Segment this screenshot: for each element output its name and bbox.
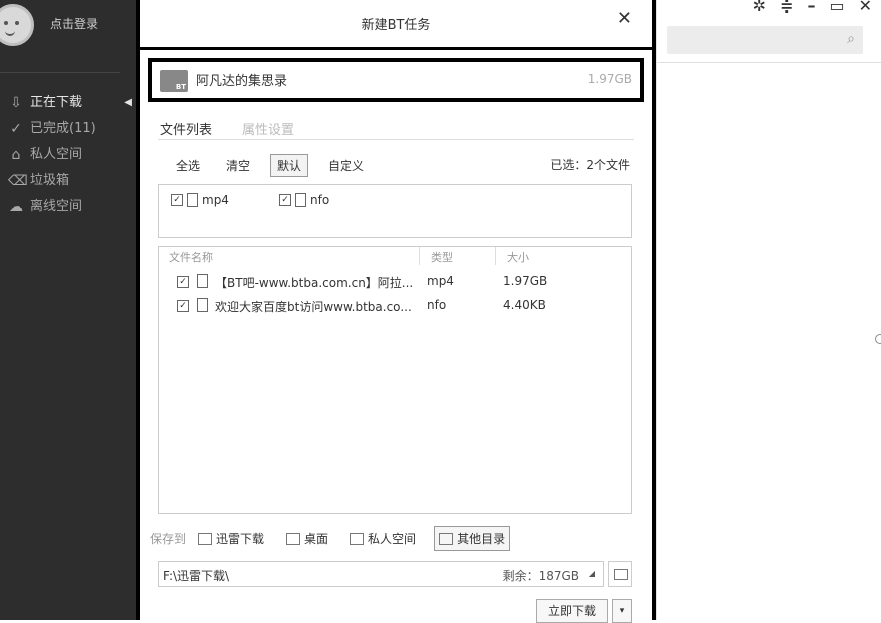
download-icon: ⇩ [10, 95, 22, 111]
file-name: 【BT吧-www.btba.com.cn】阿拉... [215, 276, 414, 290]
dialog-title-bar: 新建BT任务 ✕ [140, 0, 652, 50]
window-controls: ✲ ≑ – ▭ ✕ [753, 0, 872, 15]
select-all-button[interactable]: 全选 [170, 155, 206, 176]
resize-handle[interactable] [875, 334, 881, 344]
dialog-tabs: 文件列表 属性设置 [160, 119, 294, 140]
sidebar-nav: ⇩ 正在下载 ◀ ✓ 已完成(11) ⌂ 私人空间 ⌫ 垃圾箱 ☁ 离线空间 [0, 90, 136, 220]
divider [657, 62, 881, 63]
minimize-icon[interactable]: – [807, 0, 815, 15]
file-type: mp4 [427, 274, 454, 288]
close-window-icon[interactable]: ✕ [859, 0, 872, 15]
save-location-row: 保存到 迅雷下载 桌面 私人空间 其他目录 [150, 526, 516, 551]
chevron-down-icon[interactable]: ▾ [612, 599, 632, 623]
sidebar-item-offline-space[interactable]: ☁ 离线空间 [0, 194, 136, 220]
sidebar: 点击登录 ⇩ 正在下载 ◀ ✓ 已完成(11) ⌂ 私人空间 ⌫ 垃圾箱 ☁ 离… [0, 0, 136, 620]
save-to-label: 保存到 [150, 532, 187, 546]
browse-folder-button[interactable] [608, 561, 632, 587]
skin-icon[interactable]: ✲ [753, 0, 766, 15]
file-size: 4.40KB [503, 298, 546, 312]
column-divider[interactable] [419, 247, 420, 265]
task-name: 阿凡达的集思录 [196, 74, 288, 89]
task-size: 1.97GB [587, 72, 632, 86]
file-size: 1.97GB [503, 274, 548, 288]
sidebar-item-label: 垃圾箱 [30, 173, 70, 188]
bt-file-icon: BT [160, 70, 188, 92]
checkbox-checked-icon[interactable]: ✓ [177, 300, 189, 312]
default-button[interactable]: 默认 [270, 154, 309, 177]
sidebar-item-label: 已完成(11) [30, 121, 96, 136]
checkbox-checked-icon[interactable]: ✓ [177, 276, 189, 288]
check-circle-icon: ✓ [10, 121, 22, 137]
close-icon[interactable]: ✕ [617, 8, 632, 29]
checkbox-checked-icon[interactable]: ✓ [171, 194, 183, 206]
sidebar-item-label: 私人空间 [30, 147, 83, 162]
table-row[interactable]: ✓ 欢迎大家百度bt访问www.btba.co... nfo 4.40KB [159, 295, 631, 317]
type-label: nfo [310, 193, 330, 207]
file-icon [197, 274, 208, 288]
save-path-input[interactable]: F:\迅雷下载\ 剩余：187GB ◢ [158, 561, 604, 587]
file-icon [295, 193, 306, 207]
file-name: 欢迎大家百度bt访问www.btba.co... [215, 300, 412, 314]
search-icon[interactable]: ⌕ [847, 31, 855, 47]
file-icon [197, 298, 208, 312]
column-header-name[interactable]: 文件名称 [169, 249, 213, 265]
cloud-icon: ☁ [9, 199, 23, 215]
trash-icon: ⌫ [8, 173, 28, 189]
file-table: 文件名称 类型 大小 ✓ 【BT吧-www.btba.com.cn】阿拉... … [158, 246, 632, 514]
type-filter-nfo[interactable]: ✓ nfo [279, 193, 329, 207]
checkbox-checked-icon[interactable]: ✓ [279, 194, 291, 206]
location-thunder-download[interactable]: 迅雷下载 [194, 527, 268, 550]
custom-button[interactable]: 自定义 [322, 155, 370, 176]
dialog-title: 新建BT任务 [361, 18, 431, 33]
login-link[interactable]: 点击登录 [50, 15, 98, 32]
menu-icon[interactable]: ≑ [780, 0, 793, 15]
table-row[interactable]: ✓ 【BT吧-www.btba.com.cn】阿拉... mp4 1.97GB [159, 271, 631, 293]
column-header-type[interactable]: 类型 [431, 249, 453, 265]
clear-button[interactable]: 清空 [220, 155, 256, 176]
tab-file-list[interactable]: 文件列表 [160, 119, 212, 140]
selected-count: 已选：2个文件 [550, 158, 630, 172]
sidebar-item-completed[interactable]: ✓ 已完成(11) [0, 116, 136, 142]
download-now-button[interactable]: 立即下载 [536, 599, 608, 623]
tab-properties[interactable]: 属性设置 [242, 119, 294, 140]
selection-toolbar: 全选 清空 默认 自定义 [170, 154, 370, 177]
active-caret-icon: ◀ [124, 97, 132, 108]
folder-icon [614, 569, 628, 580]
file-type-filter: ✓ mp4 ✓ nfo [158, 184, 632, 238]
desktop-icon [286, 532, 301, 545]
tabs-divider [158, 139, 634, 140]
user-avatar[interactable] [0, 4, 34, 46]
task-info: BT 阿凡达的集思录 1.97GB [148, 58, 644, 102]
file-type: nfo [427, 298, 447, 312]
sidebar-item-trash[interactable]: ⌫ 垃圾箱 [0, 168, 136, 194]
sidebar-item-label: 离线空间 [30, 199, 83, 214]
sidebar-item-private-space[interactable]: ⌂ 私人空间 [0, 142, 136, 168]
sidebar-item-label: 正在下载 [30, 95, 83, 110]
lock-icon: ⌂ [11, 147, 21, 163]
folder-icon [439, 532, 454, 545]
location-private-space[interactable]: 私人空间 [346, 527, 420, 550]
column-header-size[interactable]: 大小 [507, 249, 529, 265]
folder-icon [198, 532, 213, 545]
save-path: F:\迅雷下载\ [163, 569, 230, 583]
dropdown-icon[interactable]: ◢ [589, 569, 595, 578]
location-other-directory[interactable]: 其他目录 [434, 526, 511, 551]
new-bt-task-dialog: 新建BT任务 ✕ BT 阿凡达的集思录 1.97GB 文件列表 属性设置 全选 … [136, 0, 656, 623]
file-icon [187, 193, 198, 207]
maximize-icon[interactable]: ▭ [829, 0, 844, 15]
type-filter-mp4[interactable]: ✓ mp4 [171, 193, 229, 207]
location-desktop[interactable]: 桌面 [282, 527, 332, 550]
type-label: mp4 [202, 193, 229, 207]
column-divider[interactable] [495, 247, 496, 265]
main-pane: ✲ ≑ – ▭ ✕ ⌕ [656, 0, 881, 620]
sidebar-item-downloading[interactable]: ⇩ 正在下载 ◀ [0, 90, 136, 116]
lock-icon [350, 532, 365, 545]
sidebar-divider [0, 72, 120, 73]
remaining-space: 剩余：187GB [502, 569, 579, 583]
search-input[interactable]: ⌕ [667, 26, 863, 54]
